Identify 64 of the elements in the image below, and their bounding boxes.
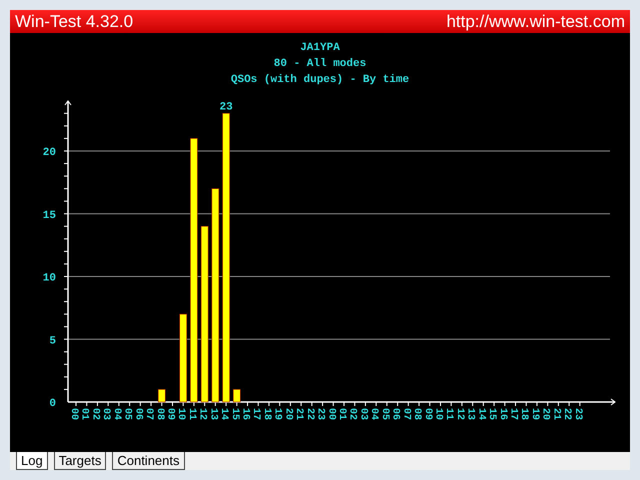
x-tick-label: 17	[250, 408, 262, 420]
x-tick-label: 10	[432, 408, 444, 420]
bar	[233, 389, 241, 402]
x-tick-label: 02	[89, 408, 100, 420]
y-tick-label: 0	[49, 398, 56, 410]
x-tick-label: 18	[518, 408, 530, 420]
chart-title: JA1YPA	[300, 41, 340, 56]
tab[interactable]: Continents	[112, 452, 184, 470]
x-tick-label: 17	[508, 408, 519, 420]
x-tick-label: 11	[443, 408, 454, 420]
x-tick-label: 03	[357, 408, 368, 420]
y-tick-label: 20	[42, 147, 56, 159]
x-tick-label: 14	[218, 408, 230, 420]
x-tick-label: 00	[325, 408, 336, 420]
x-tick-label: 21	[550, 408, 562, 420]
x-tick-label: 22	[304, 408, 315, 420]
x-tick-label: 12	[454, 408, 465, 420]
x-tick-label: 04	[368, 408, 380, 420]
x-tick-label: 21	[293, 408, 304, 420]
x-tick-label: 15	[228, 408, 240, 420]
x-tick-label: 14	[475, 408, 486, 420]
x-tick-label: 00	[68, 408, 79, 420]
x-tick-label: 07	[143, 408, 154, 420]
value-label: 23	[219, 101, 233, 114]
x-tick-label: 04	[110, 408, 122, 420]
y-tick-label: 5	[49, 335, 56, 348]
x-tick-label: 10	[175, 408, 186, 420]
tab[interactable]: Log	[16, 452, 48, 470]
y-tick-label: 15	[42, 210, 56, 222]
x-tick-label: 05	[122, 408, 133, 420]
x-tick-label: 23	[314, 408, 326, 420]
x-tick-label: 15	[486, 408, 498, 420]
x-tick-label: 06	[390, 408, 401, 420]
x-tick-label: 12	[196, 408, 208, 420]
x-tick-label: 19	[272, 408, 283, 420]
x-tick-label: 01	[78, 408, 90, 420]
tab[interactable]: Targets	[54, 452, 106, 470]
x-tick-label: 18	[260, 408, 272, 420]
x-tick-label: 02	[346, 408, 358, 420]
x-tick-label: 13	[464, 408, 476, 420]
y-tick-label: 10	[42, 272, 56, 284]
x-tick-label: 16	[240, 408, 251, 420]
x-tick-label: 16	[496, 408, 508, 420]
chart-title: 80 - All modes	[274, 57, 366, 72]
x-tick-label: 09	[422, 408, 433, 420]
x-tick-label: 22	[561, 408, 572, 420]
x-tick-label: 09	[164, 408, 176, 420]
x-tick-label: 08	[411, 408, 422, 420]
x-tick-label: 08	[154, 408, 165, 420]
x-tick-label: 23	[572, 408, 583, 420]
x-tick-label: 03	[100, 408, 112, 420]
x-tick-label: 05	[378, 408, 390, 420]
x-tick-label: 07	[400, 408, 412, 420]
x-tick-label: 20	[540, 408, 551, 420]
x-tick-label: 01	[336, 408, 347, 420]
x-tick-label: 06	[132, 408, 144, 420]
website-url: http://www.win-test.com	[446, 13, 625, 30]
x-tick-label: 19	[528, 408, 540, 420]
chart-title: QSOs (with dupes) - By time	[230, 73, 410, 88]
x-tick-label: 11	[186, 408, 197, 420]
bar	[158, 389, 166, 402]
window-title: Win-Test 4.32.0	[15, 13, 134, 30]
x-tick-label: 20	[282, 408, 294, 420]
x-tick-label: 13	[207, 408, 218, 420]
